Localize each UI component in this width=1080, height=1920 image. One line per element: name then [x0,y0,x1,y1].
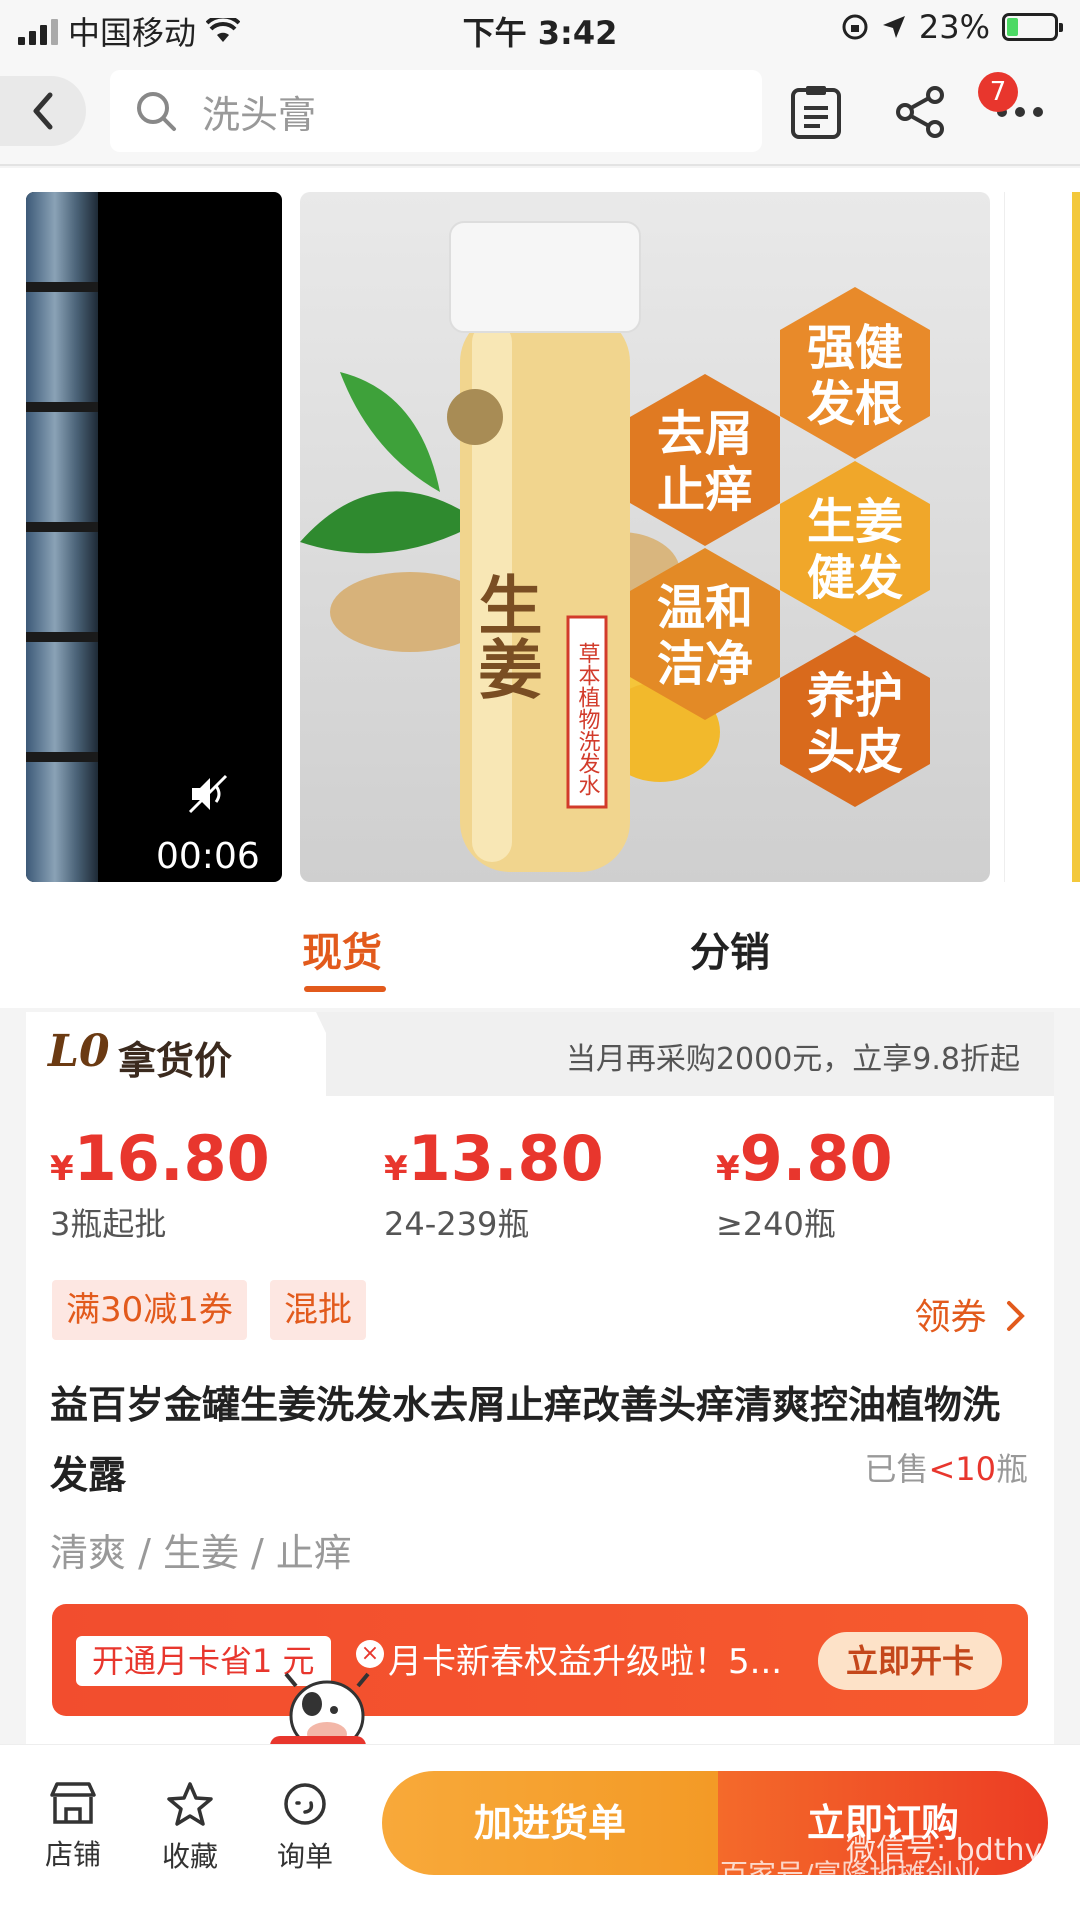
nav-bar: 洗头膏 7 [0,56,1080,166]
mixed-batch-tag: 混批 [270,1280,366,1340]
bottle-label: 草本植物洗发水 [575,642,601,796]
chat-icon [284,1783,326,1825]
currency-symbol: ¥ [50,1149,74,1189]
hex-badge-3-line1: 生姜 [807,494,903,550]
sold-unit: 瓶 [995,1450,1028,1488]
order-list-button[interactable] [786,82,846,142]
get-coupon-label: 领券 [914,1297,987,1338]
battery-icon [1002,13,1063,41]
currency-symbol: ¥ [384,1149,408,1189]
hex-badge-4-line1: 温和 [657,580,753,636]
chevron-left-icon [33,92,53,130]
hex-badge-3-line2: 健发 [807,550,903,606]
price-tier-3: ¥9.80 ≥240瓶 [716,1122,893,1245]
hex-badge-1-line2: 发根 [807,376,903,432]
share-button[interactable] [890,82,950,142]
tab-underline [304,986,386,992]
level-badge: L0 [48,1026,110,1077]
status-bar: 中国移动 下午 3:42 23% [0,0,1080,56]
tier-price: 16.80 [73,1122,270,1195]
video-frame [26,192,98,882]
bottom-action-bar: 店铺 收藏 询单 加进货单 立即订购 微信号: bdthypf 百家号/富隆地摊… [0,1744,1080,1920]
hex-badge-2-line1: 去屑 [657,406,753,462]
video-time: 00:06 [156,836,260,877]
search-placeholder: 洗头膏 [202,92,317,137]
price-header: L0 拿货价 当月再采购2000元，立享9.8折起 [26,1012,1054,1096]
next-image-peek[interactable] [1004,192,1080,882]
sold-prefix: 已售 [864,1450,929,1488]
favorite-button[interactable]: 收藏 [145,1781,235,1875]
store-label: 店铺 [44,1838,101,1871]
store-icon [50,1782,96,1824]
rotation-lock-icon [842,14,868,40]
add-to-list-button[interactable]: 加进货单 [382,1771,718,1875]
price-tier-1: ¥16.80 3瓶起批 [50,1122,270,1245]
tier-quantity: 24-239瓶 [384,1205,530,1243]
product-attributes: 清爽 / 生姜 / 止痒 [50,1531,352,1575]
coupon-tag[interactable]: 满30减1券 [52,1280,247,1340]
product-video[interactable]: 00:06 [26,192,282,882]
back-button[interactable] [0,76,86,146]
repurchase-promo: 当月再采购2000元，立享9.8折起 [565,1042,1020,1077]
battery-percent: 23% [918,8,990,46]
tier-price: 13.80 [407,1122,604,1195]
tab-distribution[interactable]: 分销 [690,920,770,978]
status-right: 23% [841,8,1063,46]
currency-symbol: ¥ [716,1149,740,1189]
bottle-text: 生姜 [468,572,543,700]
price-tier-2: ¥13.80 24-239瓶 [384,1122,604,1245]
inquiry-label: 询单 [276,1840,333,1873]
hex-badge-1-line1: 强健 [807,320,903,376]
inquiry-button[interactable]: 询单 [260,1781,350,1875]
search-icon [137,92,176,131]
search-input[interactable]: 洗头膏 [110,70,762,152]
hex-badge-2-line2: 止痒 [657,462,753,518]
tier-quantity: ≥240瓶 [716,1205,836,1243]
tier-price: 9.80 [739,1122,893,1195]
get-coupon-link[interactable]: 领券 [915,1288,1028,1340]
tab-spot[interactable]: 现货 [302,920,382,978]
monthly-card-text: 月卡新春权益升级啦！5... [388,1642,783,1682]
battery-level [1007,18,1018,36]
mute-icon[interactable] [186,772,230,816]
product-illustration: 生姜 草本植物洗发水 强健 发根 去屑 止痒 生姜 健发 温和 洁净 养护 头皮 [300,192,930,872]
store-button[interactable]: 店铺 [28,1781,118,1873]
monthly-card-banner[interactable]: 开通月卡省1 元 × 月卡新春权益升级啦！5... 立即开卡 [52,1604,1028,1716]
hex-badge-5-line1: 养护 [807,668,903,724]
watermark-baijiahao: 百家号/富隆地摊创业 [720,1858,982,1891]
level-label: 拿货价 [118,1039,233,1083]
star-icon [167,1782,213,1826]
hex-badge-4-line2: 洁净 [657,636,753,692]
product-image[interactable]: 生姜 草本植物洗发水 强健 发根 去屑 止痒 生姜 健发 温和 洁净 养护 头皮 [300,192,990,882]
notification-badge: 7 [978,72,1018,112]
location-icon [882,16,905,38]
sold-count: 已售<10瓶 [864,1444,1028,1490]
share-icon [896,86,944,138]
tab-bar: 现货 分销 [0,898,1080,1008]
tier-quantity: 3瓶起批 [50,1205,167,1243]
hex-badge-5-line2: 头皮 [807,724,903,780]
open-card-button[interactable]: 立即开卡 [817,1632,1002,1690]
sold-value: <10 [928,1450,996,1488]
media-carousel[interactable]: 00:06 生姜 草本植物洗发水 强健 发根 去屑 止痒 生姜 健发 温和 洁净… [0,168,1080,898]
favorite-label: 收藏 [161,1840,218,1873]
chevron-right-icon [1007,1301,1025,1331]
clipboard-icon [791,86,841,139]
